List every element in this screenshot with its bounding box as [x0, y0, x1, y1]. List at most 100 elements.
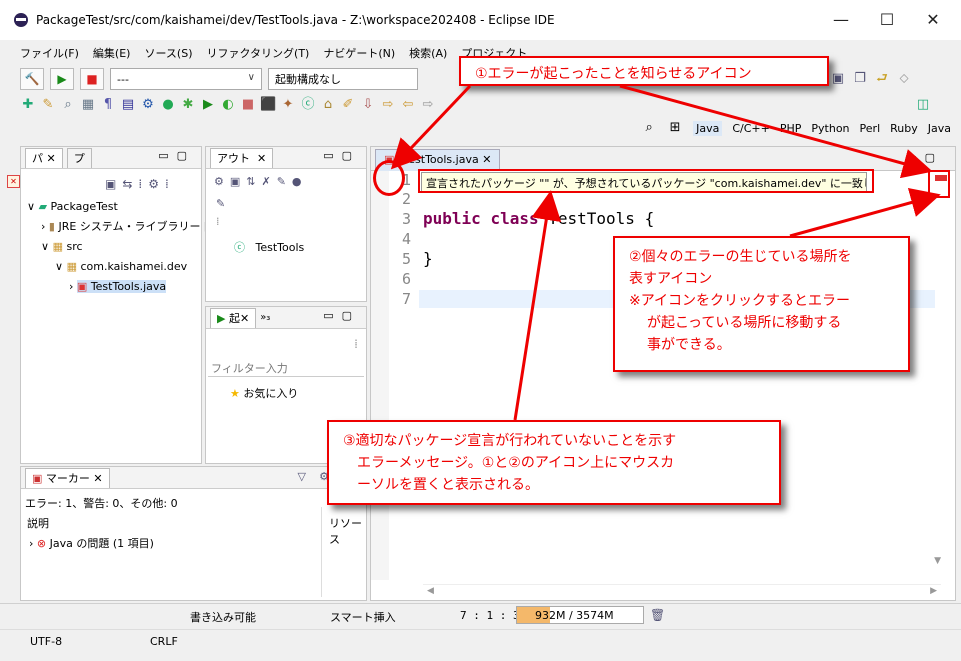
line-number: 3	[401, 210, 411, 228]
bug-icon[interactable]: ✱	[180, 97, 196, 113]
new-java-project-icon[interactable]: ✦	[280, 97, 296, 113]
stop-menu-icon[interactable]: ■	[240, 97, 256, 113]
stop-icon[interactable]: ■	[80, 68, 104, 90]
perspective-perl[interactable]: Perl	[860, 122, 881, 135]
perspective-java-2[interactable]: Java	[928, 122, 951, 135]
scroll-down-icon[interactable]: ▼	[934, 556, 941, 566]
gear-icon[interactable]: ⚙	[140, 97, 156, 113]
tab-outline[interactable]: アウト ✕	[210, 147, 274, 168]
menu-source[interactable]: ソース(S)	[144, 45, 192, 61]
annotation-icon[interactable]: ⇩	[360, 97, 376, 113]
perspective-php[interactable]: PHP	[780, 122, 802, 135]
package-tree: ∨ ▰ PackageTest › ▮ JRE システム・ライブラリー [ ∨ …	[27, 197, 208, 297]
nav-forward-icon[interactable]: ⇨	[420, 97, 436, 113]
debug-icon[interactable]: ●	[160, 97, 176, 113]
tab-project-explorer[interactable]: プ	[66, 147, 92, 168]
class-icon: ⓒ	[234, 241, 245, 254]
launch-mode-value: ---	[117, 72, 129, 86]
menu-navigate[interactable]: ナビゲート(N)	[323, 45, 395, 61]
tab-package-explorer[interactable]: パ ✕	[25, 147, 63, 168]
tab-markers[interactable]: ▣ マーカー ✕	[25, 467, 110, 488]
tab-launch-label: 起	[228, 312, 240, 325]
editor-view-controls[interactable]: ▭▢	[906, 151, 943, 164]
launch-config-combo[interactable]: 起動構成なし	[268, 68, 418, 90]
perspective-ruby[interactable]: Ruby	[890, 122, 918, 135]
scroll-right-icon[interactable]: ▶	[930, 586, 937, 596]
run-menu-icon[interactable]: ▶	[200, 97, 216, 113]
tree-item-package-label: com.kaishamei.dev	[80, 260, 188, 273]
keyword-class: class	[490, 209, 539, 228]
coverage-icon[interactable]: ◐	[220, 97, 236, 113]
tree-item-src[interactable]: ∨ ▦ src	[27, 237, 208, 257]
filter-input[interactable]: フィルター入力	[208, 357, 364, 377]
launch-mode-combo[interactable]: --- ∨	[110, 68, 262, 90]
outline-toolbar[interactable]: ⚙▣⇅✗✎●	[214, 175, 308, 188]
menu-refactor[interactable]: リファクタリング(T)	[206, 45, 309, 61]
package-explorer-toolbar[interactable]: ▣⇆⁞⚙⁞	[105, 177, 175, 191]
pencil-icon[interactable]: ✎	[40, 97, 56, 113]
outline-menu-icon[interactable]: ⁞	[216, 215, 220, 228]
callout-2-line: 事ができる。	[647, 337, 731, 353]
quick-access-icon[interactable]: ⌕	[641, 120, 657, 136]
menu-edit[interactable]: 編集(E)	[93, 45, 131, 61]
tree-item-file[interactable]: › ▣ TestTools.java	[27, 277, 208, 297]
tree-item-package[interactable]: ∨ ▦ com.kaishamei.dev	[27, 257, 208, 277]
grid-icon[interactable]: ▦	[80, 97, 96, 113]
callout-2-line: ②個々のエラーの生じている場所を	[629, 249, 852, 265]
pin-icon[interactable]: ✚	[20, 97, 36, 113]
open-perspective-button-icon[interactable]: ⊞	[667, 120, 683, 136]
tab-project-explorer-label: プ	[73, 152, 85, 165]
open-task-icon[interactable]: ✐	[340, 97, 356, 113]
markers-row[interactable]: › ⊗ Java の問題 (1 項目)	[29, 535, 154, 551]
launch-view-controls[interactable]: ▭▢	[323, 309, 360, 322]
column-resource[interactable]: リソース	[329, 515, 366, 547]
forward-icon[interactable]: ⬦	[896, 71, 912, 87]
more-views-button[interactable]: »₃	[260, 312, 270, 323]
tree-item-jre[interactable]: › ▮ JRE システム・ライブラリー [	[27, 217, 208, 237]
outline-view-controls[interactable]: ▭▢	[323, 149, 360, 162]
perspective-python[interactable]: Python	[811, 122, 849, 135]
run-icon[interactable]: ▶	[50, 68, 74, 90]
next-annotation-icon[interactable]: ⇨	[380, 97, 396, 113]
perspective-bar: ⌕ ⊞ Java C/C++ PHP Python Perl Ruby Java	[641, 120, 951, 136]
outline-focus-icon[interactable]: ✎	[216, 197, 225, 210]
console-icon[interactable]: ▤	[120, 97, 136, 113]
close-button[interactable]: ✕	[918, 10, 948, 29]
menu-search[interactable]: 検索(A)	[409, 45, 447, 61]
copy-icon[interactable]: ❐	[852, 71, 868, 87]
heap-status[interactable]: 932M / 3574M	[516, 606, 644, 624]
back-icon[interactable]: ⮐	[874, 71, 890, 87]
view-controls[interactable]: ▭▢	[158, 149, 195, 162]
perspective-java[interactable]: Java	[693, 120, 723, 136]
paragraph-icon[interactable]: ¶	[100, 97, 116, 113]
code-line-5[interactable]: }	[423, 249, 433, 268]
menu-file[interactable]: ファイル(F)	[20, 45, 79, 61]
perspective-cpp[interactable]: C/C++	[732, 122, 770, 135]
new-class-icon[interactable]: ⓒ	[300, 97, 316, 113]
line-number: 7	[401, 290, 411, 308]
trash-icon[interactable]: 🗑	[650, 608, 665, 622]
search-icon[interactable]: ⌕	[60, 97, 76, 113]
open-type-icon[interactable]: ⌂	[320, 97, 336, 113]
tab-launch[interactable]: ▶ 起 ✕	[210, 307, 257, 328]
open-perspective-icon[interactable]: ◫	[915, 97, 931, 113]
minimize-button[interactable]: —	[826, 10, 856, 29]
prev-edit-icon[interactable]: ⇦	[400, 97, 416, 113]
horizontal-scrollbar[interactable]: ◀ ▶	[423, 584, 941, 598]
scroll-left-icon[interactable]: ◀	[427, 586, 434, 596]
favorites-item[interactable]: ★ お気に入り	[230, 385, 298, 401]
launch-menu-icon[interactable]: ⁞	[354, 337, 358, 351]
save-icon[interactable]: ▣	[830, 71, 846, 87]
code-line-3[interactable]: public class TestTools {	[423, 209, 654, 228]
tree-item-jre-label: JRE システム・ライブラリー [	[58, 220, 209, 233]
hammer-icon[interactable]: 🔨	[20, 68, 44, 90]
maximize-button[interactable]: ☐	[872, 10, 902, 29]
outline-item[interactable]: ⓒ TestTools	[234, 239, 304, 255]
tree-item-project[interactable]: ∨ ▰ PackageTest	[27, 197, 208, 217]
markers-tabs: ▣ マーカー ✕ ▽ ⚙ ⁞	[21, 467, 366, 489]
external-tools-icon[interactable]: ⬛	[260, 97, 276, 113]
column-description[interactable]: 説明	[27, 515, 49, 531]
error-marker-icon[interactable]: ✕	[7, 175, 20, 188]
filter-icon[interactable]: ▽	[298, 470, 306, 483]
eclipse-logo-icon	[14, 13, 28, 27]
